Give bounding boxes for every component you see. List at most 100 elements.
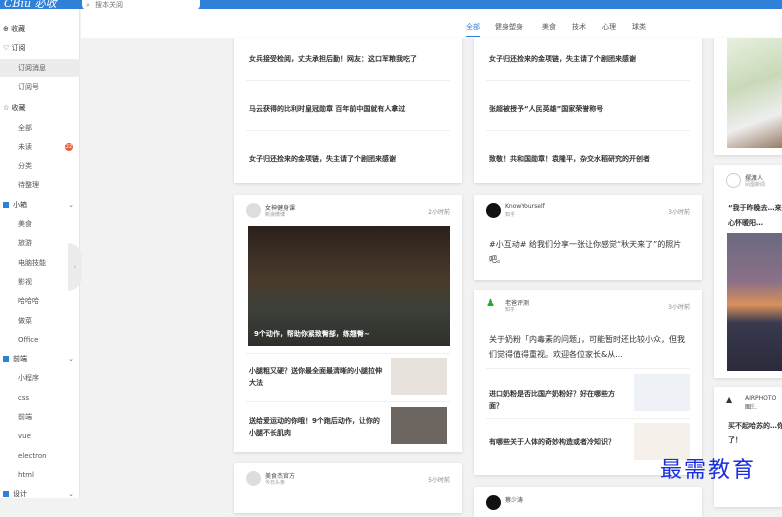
- label: vue: [18, 432, 31, 441]
- feed-card: ♟ 老爸评测 知乎 3小时前 关于奶粉「内毒素的问题」，可能暂时还比较小众，但我们觉得…: [474, 290, 702, 475]
- watermark: 最需教育: [660, 458, 757, 483]
- sidebar-item[interactable]: electron: [0, 447, 80, 465]
- folder-color-icon: [3, 491, 9, 498]
- tab-psychology[interactable]: 心理: [602, 22, 616, 32]
- source: 知乎: [505, 212, 516, 218]
- feed-card: 蔡少涛: [474, 487, 702, 517]
- top-bar: CBiu 必收 ⌕ 搜本关阅: [0, 0, 782, 11]
- logo[interactable]: CBiu 必收: [4, 0, 57, 11]
- news-item[interactable]: 致敬！共和国勋章！袁隆平，杂交水稻研究的开创者: [489, 154, 687, 164]
- news-item[interactable]: 有哪些关于人体的奇妙构造或者冷知识？: [489, 436, 622, 448]
- news-item[interactable]: 送给爱运动的你哦！9个跑后动作，让你的小腿不长肌肉: [249, 415, 382, 439]
- timestamp: 3小时前: [668, 304, 690, 311]
- news-item[interactable]: 进口奶粉是否比国产奶粉好？好在哪些方面？: [489, 388, 622, 412]
- label: html: [18, 470, 34, 479]
- label: 小程序: [18, 374, 39, 383]
- sidebar-item[interactable]: css: [0, 389, 80, 407]
- sidebar-item[interactable]: html: [0, 466, 80, 484]
- source: 知乎: [505, 307, 516, 313]
- feed-card: 美食杰官方 今日头条 5小时前: [234, 463, 462, 513]
- sidebar-group[interactable]: 设计 ⌄: [0, 485, 80, 503]
- avatar: ▲: [726, 395, 741, 410]
- sidebar-item[interactable]: Office: [0, 331, 80, 349]
- sidebar-section-subscribe[interactable]: ♡ 订阅: [0, 39, 80, 57]
- label: electron: [18, 451, 47, 460]
- source: 知乎: [745, 404, 756, 410]
- sidebar-item[interactable]: 待整理: [0, 176, 80, 194]
- label: 待整理: [18, 181, 39, 190]
- avatar: [486, 203, 501, 218]
- tab-fitness[interactable]: 健身塑身: [495, 22, 523, 32]
- tab-tech[interactable]: 技术: [572, 22, 586, 32]
- sidebar-item[interactable]: 做菜: [0, 312, 80, 330]
- sidebar-item[interactable]: 前端: [0, 408, 80, 426]
- sidebar-item[interactable]: 美食: [0, 215, 80, 233]
- post-text[interactable]: 买不起哈苏的…你了！: [728, 419, 782, 447]
- tab-all[interactable]: 全部: [466, 22, 480, 37]
- sidebar-item[interactable]: vue: [0, 427, 80, 445]
- article-image[interactable]: 9个动作，帮助你紧致臀部，练翘臀~: [248, 226, 450, 346]
- chevron-down-icon[interactable]: ⌄: [68, 196, 74, 214]
- timestamp: 5小时前: [428, 477, 450, 484]
- label: 小箱: [13, 200, 27, 209]
- tab-food[interactable]: 美食: [542, 22, 556, 32]
- sidebar-item[interactable]: 订阅号: [0, 78, 80, 96]
- folder-color-icon: [3, 201, 9, 208]
- label: 全部: [18, 123, 32, 132]
- feed-card: [714, 38, 782, 155]
- label: Office: [18, 335, 39, 344]
- thumbnail-image: [634, 374, 690, 411]
- news-item[interactable]: 女兵接受检阅，丈夫承担后勤！网友：这口军粮我吃了: [249, 54, 447, 64]
- heart-icon: ♡: [3, 44, 10, 53]
- search-icon: ⌕: [86, 1, 90, 9]
- news-item[interactable]: 张超被授予“人民英雄”国家荣誉称号: [489, 104, 687, 114]
- news-card: 女兵接受检阅，丈夫承担后勤！网友：这口军粮我吃了 马云获得的比利时皇冠勋章 百年…: [234, 38, 462, 183]
- news-item[interactable]: 女子归还捡来的金项链，失主请了个剧团来感谢: [249, 154, 447, 164]
- sidebar-item[interactable]: 分类: [0, 157, 80, 175]
- search-input[interactable]: ⌕ 搜本关阅: [82, 0, 200, 10]
- folder-color-icon: [3, 356, 9, 363]
- timestamp: 2小时前: [428, 209, 450, 216]
- collapse-sidebar-button[interactable]: ‹: [68, 243, 82, 291]
- label: 未读: [18, 142, 32, 151]
- feed-card: 女神健身课 新浪微博 2小时前 9个动作，帮助你紧致臀部，练翘臀~ 小腿粗又硬？送你…: [234, 195, 462, 452]
- sidebar-item[interactable]: 全部: [0, 119, 80, 137]
- sidebar-item[interactable]: 哈哈哈: [0, 292, 80, 310]
- label: 美食: [18, 220, 32, 228]
- thumbnail-image: [391, 358, 447, 395]
- post-text[interactable]: “我于昨晚去…来到心怀暖阳…: [728, 201, 782, 231]
- label: 哈哈哈: [18, 297, 39, 306]
- author-name[interactable]: 蔡少涛: [505, 495, 523, 504]
- avatar: [246, 203, 261, 218]
- feed-card: KnowYourself 知乎 3小时前 #小互动# 给我们分享一张让你感觉“秋天来…: [474, 195, 702, 280]
- post-text[interactable]: 关于奶粉「内毒素的问题」，可能暂时还比较小众，但我们觉得值得重视。欢迎各位家长&…: [489, 332, 687, 362]
- sidebar-group[interactable]: 小箱 ⌄: [0, 196, 80, 214]
- chevron-down-icon[interactable]: ⌄: [68, 350, 74, 368]
- author-name[interactable]: KnowYourself: [505, 203, 545, 210]
- post-text[interactable]: #小互动# 给我们分享一张让你感觉“秋天来了”的照片吧。: [489, 237, 687, 267]
- plus-circle-icon: ⊕: [3, 25, 9, 33]
- avatar: [486, 495, 501, 510]
- sidebar-item[interactable]: 未读 22: [0, 138, 80, 156]
- label: 订阅号: [18, 82, 39, 91]
- news-item[interactable]: 女子归还捡来的金项链，失主请了个剧团来感谢: [489, 54, 687, 64]
- label: 分类: [18, 162, 32, 171]
- search-placeholder: 搜本关阅: [95, 1, 123, 9]
- sidebar-section-favorites[interactable]: ☆ 收藏: [0, 99, 80, 117]
- label: 做菜: [18, 316, 32, 325]
- label: css: [18, 393, 30, 402]
- label: 旅游: [18, 239, 32, 248]
- article-image[interactable]: [727, 38, 782, 148]
- sidebar-add-button[interactable]: ⊕ 收藏: [0, 20, 80, 38]
- news-item[interactable]: 马云获得的比利时皇冠勋章 百年前中国就有人拿过: [249, 104, 447, 114]
- tab-ball[interactable]: 球类: [632, 22, 646, 32]
- sidebar-group[interactable]: 前端 ⌄: [0, 350, 80, 368]
- article-image[interactable]: [727, 233, 782, 371]
- sidebar-item[interactable]: 小程序: [0, 369, 80, 387]
- sidebar-item[interactable]: 订阅消息: [0, 58, 80, 77]
- news-item[interactable]: 小腿粗又硬？送你最全面最清晰的小腿拉伸大法: [249, 365, 382, 389]
- label: 设计: [13, 490, 27, 499]
- chevron-down-icon[interactable]: ⌄: [68, 485, 74, 503]
- news-card: 女子归还捡来的金项链，失主请了个剧团来感谢 张超被授予“人民英雄”国家荣誉称号 …: [474, 38, 702, 183]
- label: 收藏: [11, 25, 26, 33]
